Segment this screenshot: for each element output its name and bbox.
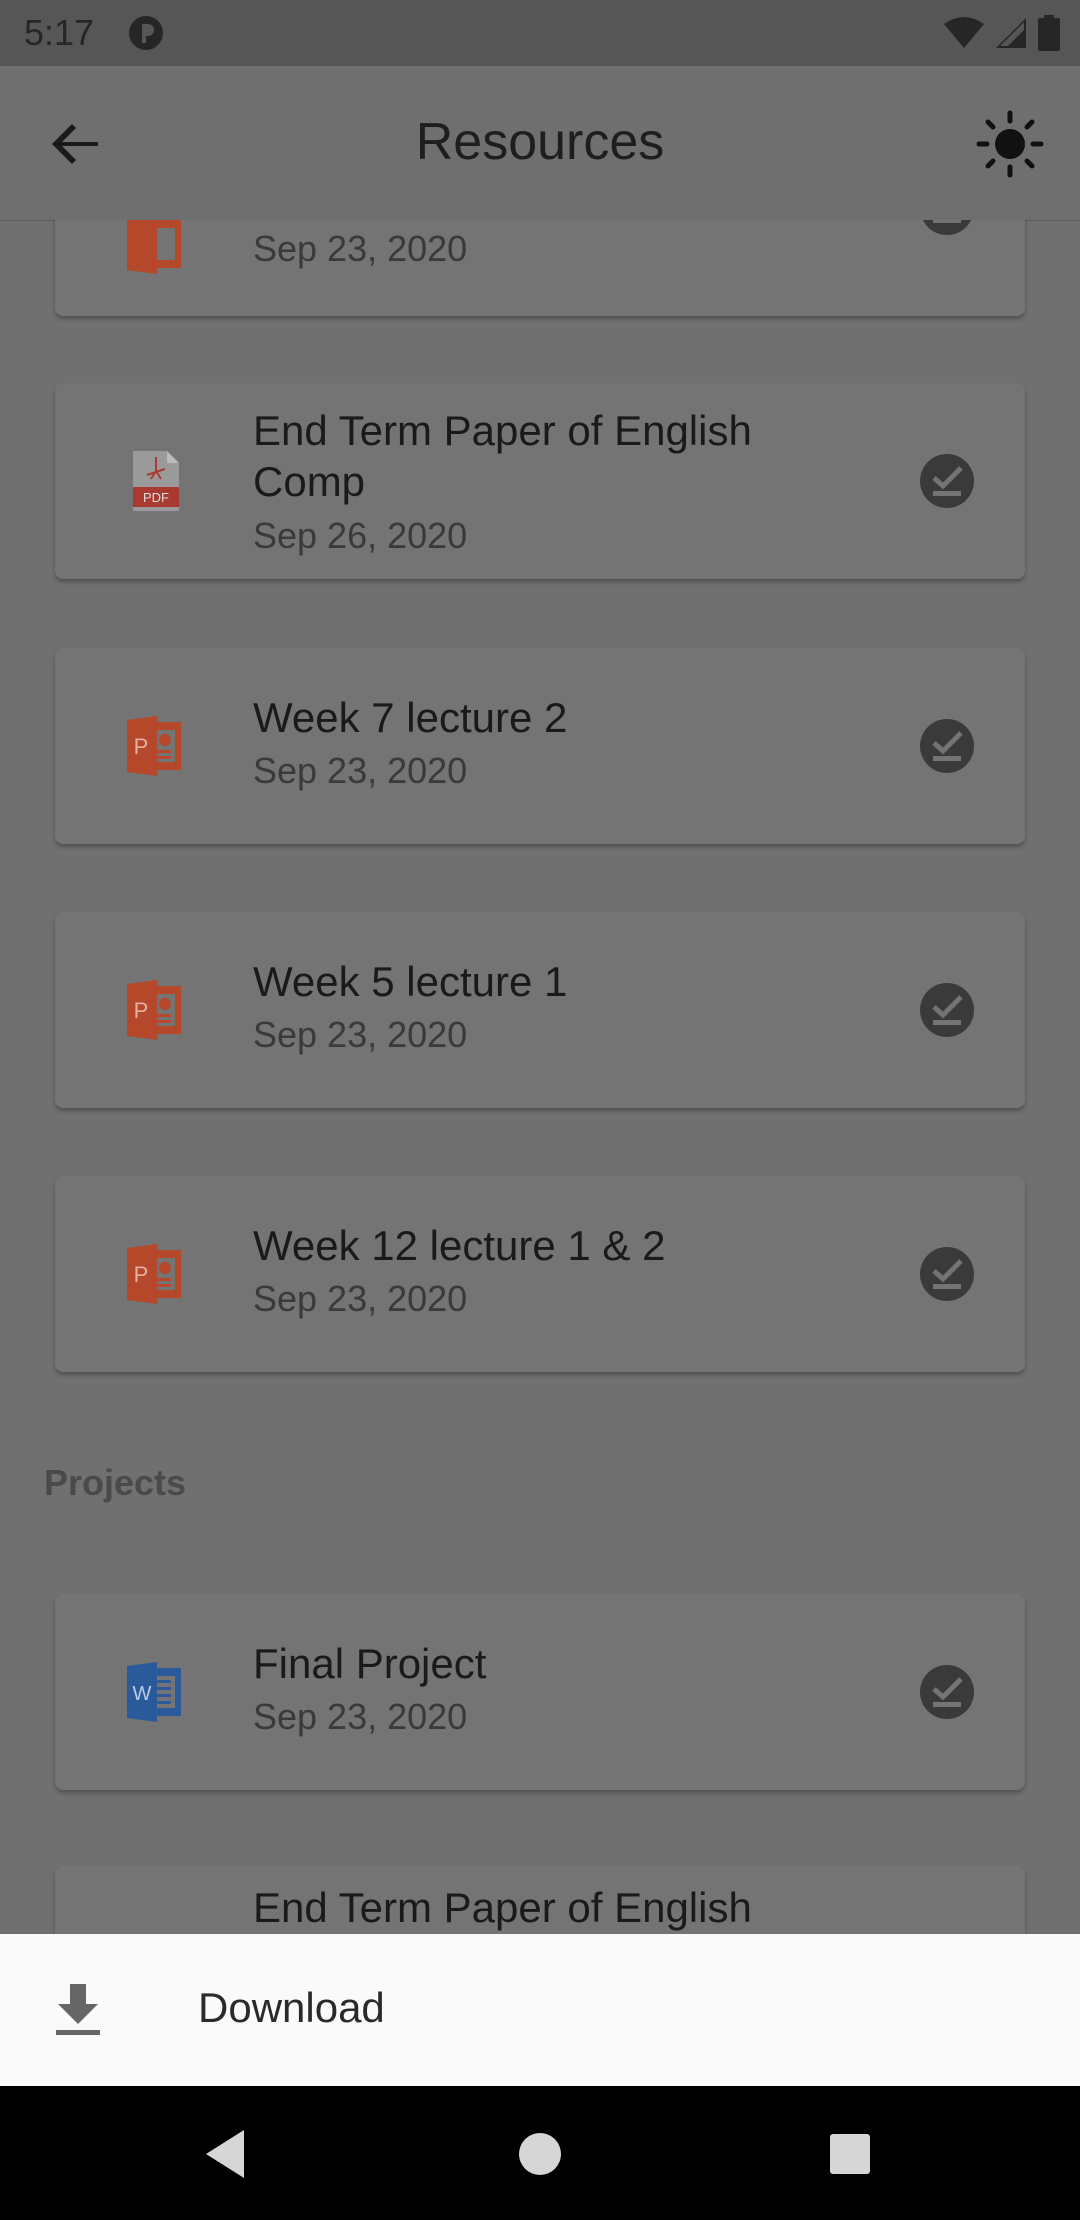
resource-card[interactable]: Sep 23, 2020 <box>55 220 1025 316</box>
resource-name: Week 7 lecture 2 <box>253 694 568 741</box>
resource-date: Sep 26, 2020 <box>253 515 468 556</box>
resource-date: Sep 23, 2020 <box>253 1014 468 1055</box>
recents-square-icon[interactable] <box>820 2124 880 2184</box>
resource-date: Sep 23, 2020 <box>253 1696 468 1737</box>
downloaded-check-icon <box>920 719 974 773</box>
battery-icon <box>1038 15 1060 51</box>
download-icon <box>56 1984 100 2035</box>
cell-signal-icon <box>996 18 1026 48</box>
status-time: 5:17 <box>24 12 95 53</box>
svg-text:P: P <box>134 734 149 759</box>
resource-date: Sep 23, 2020 <box>253 228 468 269</box>
status-icons <box>944 14 1060 52</box>
resource-card[interactable]: W Final Project Sep 23, 2020 <box>55 1594 1025 1790</box>
resource-card[interactable]: PDF End Term Paper of English Comp Sep 2… <box>55 383 1025 579</box>
pdf-file-icon: PDF <box>133 451 179 511</box>
downloaded-check-icon <box>922 220 972 235</box>
system-nav-bar <box>0 2086 1080 2220</box>
svg-text:PDF: PDF <box>143 490 169 505</box>
resource-name: End Term Paper of English <box>253 1884 752 1931</box>
downloaded-check-icon <box>920 454 974 508</box>
powerpoint-file-icon: P <box>127 716 181 776</box>
svg-text:P: P <box>134 1262 149 1287</box>
page-title: Resources <box>415 113 665 171</box>
resource-name: Week 5 lecture 1 <box>253 958 568 1005</box>
downloaded-check-icon <box>920 983 974 1037</box>
download-label: Download <box>198 1984 385 2031</box>
brightness-icon[interactable] <box>976 110 1044 178</box>
resource-date: Sep 23, 2020 <box>253 750 468 791</box>
resource-name: End Term Paper of English Comp <box>253 407 752 505</box>
resource-card[interactable]: End Term Paper of English <box>55 1866 1025 1934</box>
app-bar: Resources <box>0 66 1080 221</box>
powerpoint-file-icon: P <box>127 980 181 1040</box>
resource-date: Sep 23, 2020 <box>253 1278 468 1319</box>
section-header-projects: Projects <box>44 1462 187 1503</box>
home-circle-icon[interactable] <box>510 2124 570 2184</box>
word-file-icon: W <box>127 1662 181 1722</box>
downloaded-check-icon <box>920 1247 974 1301</box>
resource-name: Final Project <box>253 1640 487 1687</box>
download-option[interactable]: Download <box>0 1934 1080 2086</box>
downloaded-check-icon <box>920 1665 974 1719</box>
resource-card[interactable]: P Week 12 lecture 1 & 2 Sep 23, 2020 <box>55 1176 1025 1372</box>
resource-name: Week 12 lecture 1 & 2 <box>253 1222 666 1269</box>
back-triangle-icon[interactable] <box>196 2124 256 2184</box>
bottom-sheet: Download <box>0 1934 1080 2086</box>
powerpoint-file-icon <box>127 220 181 274</box>
svg-text:P: P <box>134 998 149 1023</box>
resource-card[interactable]: P Week 5 lecture 1 Sep 23, 2020 <box>55 912 1025 1108</box>
powerpoint-file-icon: P <box>127 1244 181 1304</box>
status-bar: 5:17 <box>0 0 1080 66</box>
svg-text:W: W <box>133 1683 152 1705</box>
wifi-icon <box>944 17 984 48</box>
resource-list[interactable]: Sep 23, 2020 PDF End Term Paper of Engli… <box>0 220 1080 1934</box>
resource-card[interactable]: P Week 7 lecture 2 Sep 23, 2020 <box>55 648 1025 844</box>
notification-app-icon <box>129 16 163 50</box>
